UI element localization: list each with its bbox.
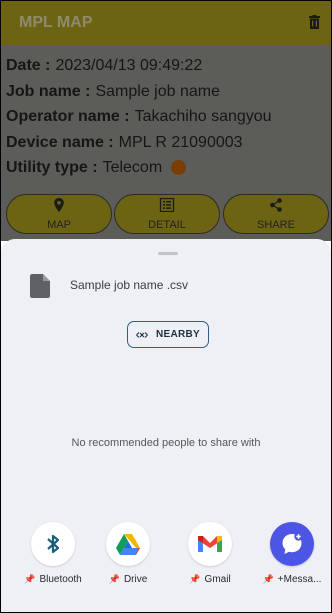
utility-type-value: Telecom <box>102 159 163 176</box>
map-pin-icon <box>54 198 64 212</box>
bluetooth-app-icon <box>31 522 75 566</box>
app-background: MPL MAP Date : 2023/04/13 09:49:22 Job n… <box>1 1 331 241</box>
drag-handle[interactable] <box>158 252 178 255</box>
utility-color-dot <box>171 160 187 176</box>
trash-icon[interactable] <box>309 15 320 29</box>
share-icon <box>270 198 282 212</box>
share-button[interactable]: SHARE <box>223 194 329 234</box>
messenger-icon <box>282 532 303 554</box>
share-target-name: Bluetooth <box>39 574 82 585</box>
date-value: 2023/04/13 09:49:22 <box>55 57 203 74</box>
drive-app-icon <box>106 522 150 566</box>
file-icon <box>30 274 50 298</box>
device-name-value: MPL R 21090003 <box>118 133 243 151</box>
messages-app-icon <box>270 522 314 566</box>
pin-icon: 📌 <box>24 574 36 584</box>
bluetooth-icon <box>47 534 60 554</box>
detail-button-label: DETAIL <box>148 219 186 231</box>
pin-icon: 📌 <box>108 574 120 584</box>
screen: MPL MAP Date : 2023/04/13 09:49:22 Job n… <box>0 0 332 613</box>
gmail-icon <box>198 536 222 552</box>
share-target-name: +Messa... <box>277 574 322 585</box>
nearby-button[interactable]: NEARBY <box>127 321 209 348</box>
empty-recommendations-message: No recommended people to share with <box>71 437 261 449</box>
operator-name-row: Operator name : Takachiho sangyou <box>6 104 272 130</box>
job-name-row: Job name : Sample job name <box>6 79 272 105</box>
job-name-value: Sample job name <box>95 82 220 100</box>
share-target-name: Gmail <box>204 574 231 585</box>
google-drive-icon <box>116 534 140 555</box>
job-name-label: Job name : <box>6 82 91 100</box>
map-button[interactable]: MAP <box>6 194 112 234</box>
map-button-label: MAP <box>47 219 71 231</box>
device-name-row: Device name : MPL R 21090003 <box>6 130 272 156</box>
operator-name-value: Takachiho sangyou <box>134 108 272 125</box>
pin-icon: 📌 <box>189 574 201 584</box>
gmail-app-icon <box>188 522 232 566</box>
pin-icon: 📌 <box>262 574 274 584</box>
date-row: Date : 2023/04/13 09:49:22 <box>6 53 272 79</box>
file-name: Sample job name .csv <box>70 278 189 292</box>
utility-type-row: Utility type : Telecom <box>6 155 272 181</box>
nearby-label: NEARBY <box>155 329 201 340</box>
share-target-name: Drive <box>123 574 148 585</box>
detail-button[interactable]: DETAIL <box>114 194 220 234</box>
date-label: Date : <box>6 57 51 74</box>
list-icon <box>159 198 175 212</box>
app-bar: MPL MAP <box>1 1 331 45</box>
share-sheet: Sample job name .csv NEARBY No recommend… <box>1 239 331 612</box>
app-title: MPL MAP <box>19 14 93 31</box>
utility-type-label: Utility type : <box>6 159 98 176</box>
nearby-icon <box>136 331 148 338</box>
operator-name-label: Operator name : <box>6 108 130 125</box>
share-button-label: SHARE <box>257 219 295 231</box>
device-name-label: Device name : <box>6 133 114 151</box>
job-info: Date : 2023/04/13 09:49:22 Job name : Sa… <box>6 53 272 181</box>
